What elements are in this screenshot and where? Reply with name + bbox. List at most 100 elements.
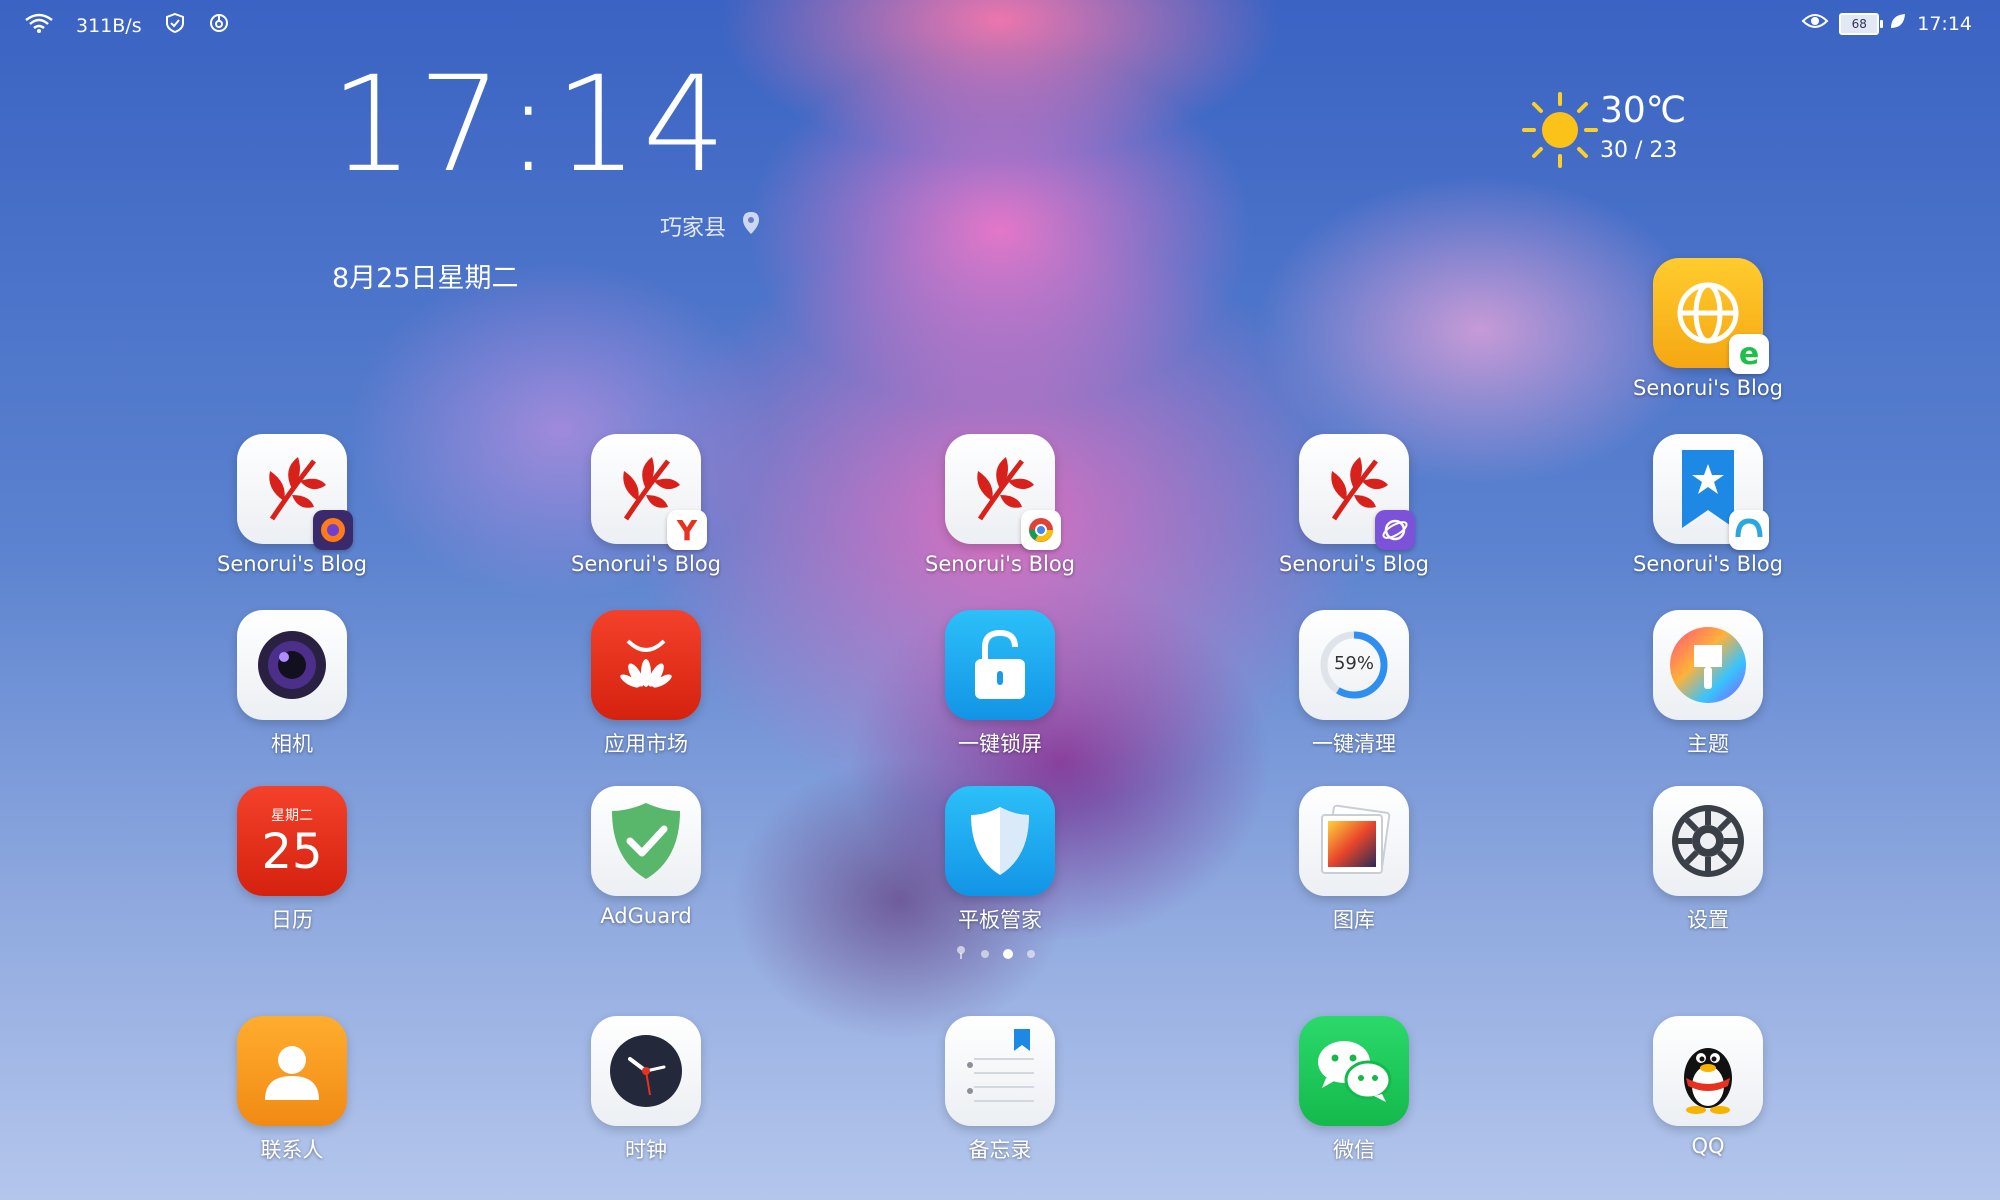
- status-time: 17:14: [1917, 12, 1972, 35]
- notepad-icon: [967, 1029, 1034, 1102]
- app-icon: [945, 434, 1061, 550]
- dock-contacts[interactable]: 联系人: [202, 1016, 382, 1186]
- weather-range: 30 / 23: [1600, 138, 1678, 163]
- firefox-badge-icon: [313, 510, 353, 550]
- adguard-shield-icon: [612, 803, 680, 879]
- app-gallery[interactable]: 图库: [1264, 786, 1444, 956]
- app-icon: [1653, 786, 1763, 896]
- calendar-day: 25: [261, 824, 323, 880]
- page-indicator[interactable]: [955, 944, 1035, 963]
- app-label: Senorui's Blog: [1633, 376, 1783, 400]
- dock-qq[interactable]: QQ: [1618, 1016, 1798, 1186]
- app-label: Senorui's Blog: [1633, 552, 1783, 576]
- app-icon: [1653, 610, 1763, 720]
- net-speed: 311B/s: [76, 14, 142, 37]
- gear-icon: [1672, 805, 1744, 877]
- app-label: QQ: [1691, 1134, 1725, 1158]
- app-settings[interactable]: 设置: [1618, 786, 1798, 956]
- clock-icon: [610, 1035, 682, 1107]
- app-label: Senorui's Blog: [925, 552, 1075, 576]
- app-adguard[interactable]: AdGuard: [556, 786, 736, 956]
- app-tablet-manager[interactable]: 平板管家: [910, 786, 1090, 956]
- clock-widget[interactable]: 17:14 巧家县 8月25日星期二: [330, 48, 780, 294]
- app-icon: [591, 786, 701, 896]
- page-dot-active[interactable]: [1003, 948, 1013, 959]
- app-icon: [1299, 1016, 1409, 1126]
- battery-level: 68: [1851, 16, 1867, 31]
- battery-icon: 68: [1839, 12, 1884, 35]
- app-label: 相机: [271, 732, 313, 756]
- status-right: 68 17:14: [1801, 12, 1972, 35]
- app-label: 平板管家: [958, 908, 1042, 932]
- app-icon: [945, 1016, 1055, 1126]
- app-icon: [591, 610, 701, 720]
- paintbrush-icon: [1670, 627, 1746, 703]
- app-label: 主题: [1687, 732, 1729, 756]
- app-icon: e: [1653, 258, 1769, 374]
- penguin-icon: [1684, 1048, 1732, 1114]
- app-camera[interactable]: 相机: [202, 610, 382, 780]
- app-label: 微信: [1333, 1138, 1375, 1162]
- vpn-shield-icon: [164, 12, 186, 39]
- dock-clock[interactable]: 时钟: [556, 1016, 736, 1186]
- app-icon: [237, 434, 353, 550]
- planet-browser-badge-icon: [1375, 510, 1415, 550]
- app-blog-firefox[interactable]: Senorui's Blog: [202, 434, 382, 604]
- sun-icon: [1520, 90, 1600, 170]
- power-saving-leaf-icon: [1889, 12, 1907, 35]
- app-label: 联系人: [260, 1138, 324, 1162]
- app-label: 时钟: [625, 1138, 667, 1162]
- app-icon: [1299, 434, 1415, 550]
- edge-e-badge-icon: e: [1729, 334, 1769, 374]
- app-label: Senorui's Blog: [1279, 552, 1429, 576]
- page-dot[interactable]: [1027, 949, 1035, 958]
- sync-icon: [208, 12, 230, 39]
- dock-notes[interactable]: 备忘录: [910, 1016, 1090, 1186]
- app-label: 一键锁屏: [958, 732, 1042, 756]
- app-icon: [237, 610, 347, 720]
- status-left: 311B/s: [24, 12, 230, 39]
- browser-badge-icon: [1729, 510, 1769, 550]
- eye-comfort-icon: [1801, 12, 1829, 35]
- shopping-bag-icon: [620, 639, 672, 688]
- app-icon: [1653, 1016, 1763, 1126]
- app-themes[interactable]: 主题: [1618, 610, 1798, 780]
- app-lock-screen[interactable]: 一键锁屏: [910, 610, 1090, 780]
- app-icon: Y: [591, 434, 707, 550]
- app-blog-bookmark[interactable]: Senorui's Blog: [1618, 434, 1798, 604]
- app-blog-browser[interactable]: Senorui's Blog: [1264, 434, 1444, 604]
- shield-icon: [971, 807, 1029, 875]
- lock-icon: [975, 629, 1025, 699]
- cleanup-percent: 59%: [1333, 653, 1374, 674]
- wifi-icon: [24, 12, 54, 39]
- app-icon: [237, 1016, 347, 1126]
- app-icon: [945, 610, 1055, 720]
- app-icon: [1299, 786, 1409, 896]
- app-label: 应用市场: [604, 732, 688, 756]
- app-icon: [591, 1016, 701, 1126]
- location-name: 巧家县: [660, 216, 727, 241]
- app-label: 日历: [271, 908, 313, 932]
- yandex-badge-icon: Y: [667, 510, 707, 550]
- app-label: AdGuard: [600, 904, 692, 928]
- wechat-bubbles-icon: [1318, 1041, 1392, 1102]
- app-icon: 星期二 25: [237, 786, 347, 896]
- app-app-market[interactable]: 应用市场: [556, 610, 736, 780]
- app-blog-yandex[interactable]: Y Senorui's Blog: [556, 434, 736, 604]
- photo-icon: [1321, 804, 1391, 874]
- app-cleanup[interactable]: 59% 一键清理: [1264, 610, 1444, 780]
- camera-lens-icon: [258, 631, 326, 699]
- app-label: 设置: [1687, 908, 1729, 932]
- weather-widget[interactable]: 30℃ 30 / 23: [1520, 90, 1740, 180]
- app-icon: 59%: [1299, 610, 1409, 720]
- clock-time: 17:14: [330, 48, 731, 202]
- app-blog-e[interactable]: e Senorui's Blog: [1618, 258, 1798, 428]
- clock-date: 8月25日星期二: [332, 263, 519, 294]
- dock-wechat[interactable]: 微信: [1264, 1016, 1444, 1186]
- app-label: Senorui's Blog: [217, 552, 367, 576]
- app-label: 一键清理: [1312, 732, 1396, 756]
- search-page-icon[interactable]: [955, 944, 967, 963]
- page-dot[interactable]: [981, 949, 989, 958]
- app-blog-chrome[interactable]: Senorui's Blog: [910, 434, 1090, 604]
- app-calendar[interactable]: 星期二 25 日历: [202, 786, 382, 956]
